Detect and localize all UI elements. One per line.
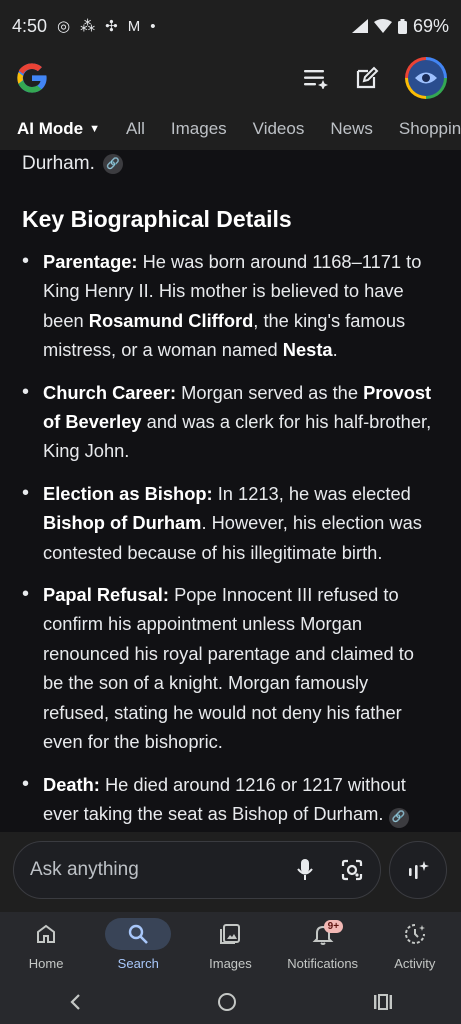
- status-time: 4:50: [12, 15, 48, 36]
- item-label: Death:: [43, 773, 100, 795]
- item-text: Pope Innocent III refused to confirm his…: [43, 584, 414, 753]
- lead-text: Durham.: [22, 153, 95, 174]
- bottom-navigation: Home Search Images 9+ Notifications Acti…: [0, 912, 461, 980]
- nav-activity-label: Activity: [394, 956, 436, 971]
- status-bar: 4:50 ◎ ⁂ ✣ M • 69%: [0, 0, 461, 52]
- tab-all[interactable]: All: [126, 119, 145, 139]
- nav-images[interactable]: Images: [185, 918, 275, 971]
- images-icon: [220, 924, 241, 944]
- eye-icon: [415, 72, 437, 84]
- tab-news[interactable]: News: [330, 119, 373, 139]
- avatar[interactable]: [405, 57, 447, 99]
- recents-icon[interactable]: [373, 993, 393, 1011]
- edit-icon[interactable]: [355, 66, 379, 90]
- tab-shopping[interactable]: Shopping: [399, 119, 461, 139]
- google-logo[interactable]: [14, 60, 50, 96]
- list-item: Death: He died around 1216 or 1217 witho…: [22, 770, 439, 829]
- signal-icon: [351, 19, 368, 33]
- sparkle-icon: [409, 861, 429, 879]
- ask-input[interactable]: [30, 859, 296, 881]
- activity-icon: [404, 924, 425, 944]
- search-tabs: AI Mode ▼ All Images Videos News Shoppin…: [0, 104, 461, 154]
- tab-images[interactable]: Images: [171, 119, 227, 139]
- wifi-icon: [373, 19, 392, 33]
- voice-mode-button[interactable]: [389, 841, 447, 899]
- item-bold: Bishop of Durham: [43, 512, 202, 534]
- pinwheel-icon: ✣: [105, 18, 118, 35]
- link-icon[interactable]: 🔗: [102, 154, 123, 174]
- ask-bar: [13, 841, 381, 899]
- list-item: Parentage: He was born around 1168–1171 …: [22, 247, 439, 365]
- lens-icon[interactable]: [340, 858, 364, 882]
- section-heading: Key Biographical Details: [22, 206, 292, 232]
- home-circle-icon[interactable]: [217, 992, 237, 1012]
- nav-home[interactable]: Home: [1, 918, 91, 971]
- notification-badge: 9+: [323, 920, 344, 933]
- nav-images-label: Images: [209, 956, 252, 971]
- item-text: .: [332, 339, 338, 361]
- item-label: Church Career:: [43, 381, 177, 403]
- details-list: Parentage: He was born around 1168–1171 …: [22, 247, 439, 828]
- gmail-icon: M: [127, 17, 141, 35]
- chevron-down-icon: ▼: [89, 123, 100, 135]
- nav-home-label: Home: [28, 956, 64, 971]
- nav-notifications[interactable]: 9+ Notifications: [278, 918, 368, 971]
- nav-search[interactable]: Search: [93, 918, 183, 971]
- app-header: [0, 52, 461, 104]
- list-item: Election as Bishop: In 1213, he was elec…: [22, 479, 439, 567]
- list-item: Papal Refusal: Pope Innocent III refused…: [22, 580, 439, 756]
- search-icon: [129, 924, 149, 944]
- tab-ai-mode-label: AI Mode: [17, 119, 84, 138]
- item-label: Election as Bishop:: [43, 482, 213, 504]
- battery-icon: [397, 18, 407, 34]
- lead-line: Durham. 🔗: [22, 150, 439, 178]
- tab-videos[interactable]: Videos: [253, 119, 305, 139]
- threads-icon: ◎: [57, 18, 71, 35]
- item-text: In 1213, he was elected: [212, 482, 411, 504]
- system-navigation: [0, 980, 461, 1024]
- item-bold: Nesta: [282, 339, 333, 361]
- battery-percent: 69%: [412, 15, 449, 36]
- back-icon[interactable]: [68, 993, 82, 1011]
- item-bold: Rosamund Clifford: [88, 309, 254, 331]
- item-label: Parentage:: [43, 251, 138, 272]
- nav-notifications-label: Notifications: [287, 956, 359, 971]
- home-icon: [37, 924, 56, 943]
- item-label: Papal Refusal:: [43, 584, 169, 606]
- item-text: Morgan served as the: [176, 381, 364, 403]
- nav-search-label: Search: [117, 956, 159, 971]
- nav-activity[interactable]: Activity: [370, 918, 460, 971]
- history-icon[interactable]: [303, 67, 329, 89]
- tab-ai-mode[interactable]: AI Mode ▼: [17, 119, 100, 139]
- ai-answer-content: Durham. 🔗 Key Biographical Details Paren…: [0, 150, 461, 832]
- dot-icon: •: [150, 17, 156, 35]
- link-icon[interactable]: 🔗: [388, 807, 409, 828]
- list-item: Church Career: Morgan served as the Prov…: [22, 378, 439, 466]
- slack-icon: ⁂: [80, 18, 96, 35]
- mic-icon[interactable]: [296, 858, 314, 882]
